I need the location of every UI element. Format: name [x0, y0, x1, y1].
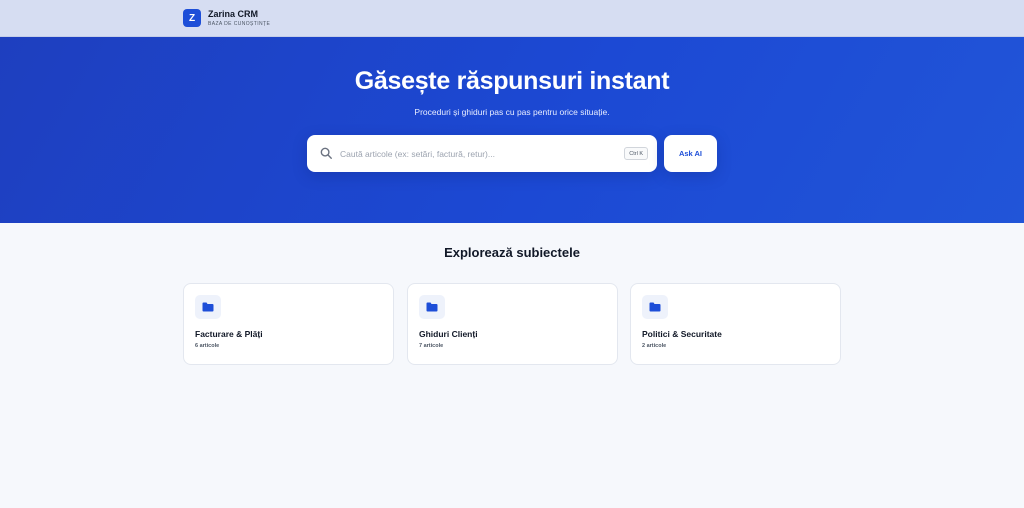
topic-card-title: Facturare & Plăți — [195, 329, 263, 339]
folder-icon — [642, 295, 668, 319]
hero-subtitle: Proceduri și ghiduri pas cu pas pentru o… — [414, 107, 610, 117]
topic-card-title: Politici & Securitate — [642, 329, 722, 339]
logo-icon: Z — [183, 9, 201, 27]
brand[interactable]: Z Zarina CRM Baza de cunoștințe — [183, 9, 270, 27]
folder-icon — [195, 295, 221, 319]
topic-card-client-guides[interactable]: Ghiduri Clienți 7 articole — [407, 283, 618, 365]
topic-card-title: Ghiduri Clienți — [419, 329, 478, 339]
topic-cards: Facturare & Plăți 6 articole Ghiduri Cli… — [183, 283, 841, 365]
topics-section-title: Explorează subiectele — [444, 245, 580, 260]
ask-ai-button[interactable]: Ask AI — [664, 135, 717, 172]
search-icon — [320, 147, 332, 159]
topic-card-billing[interactable]: Facturare & Plăți 6 articole — [183, 283, 394, 365]
hero-title: Găsește răspunsuri instant — [354, 67, 670, 95]
search-box[interactable]: Ctrl K — [307, 135, 657, 172]
hero-banner: Găsește răspunsuri instant Proceduri și … — [0, 37, 1024, 223]
app-subtitle: Baza de cunoștințe — [208, 20, 271, 27]
topic-card-count: 7 articole — [419, 343, 444, 349]
search-input[interactable] — [340, 135, 620, 172]
app-name: Zarina CRM — [208, 8, 259, 19]
topic-card-policies[interactable]: Politici & Securitate 2 articole — [630, 283, 841, 365]
topic-card-count: 6 articole — [195, 343, 220, 349]
topic-card-count: 2 articole — [642, 343, 667, 349]
top-navbar: Z Zarina CRM Baza de cunoștințe — [0, 0, 1024, 37]
brand-text: Zarina CRM Baza de cunoștințe — [208, 8, 271, 27]
keyboard-shortcut-badge: Ctrl K — [624, 147, 648, 160]
folder-icon — [419, 295, 445, 319]
